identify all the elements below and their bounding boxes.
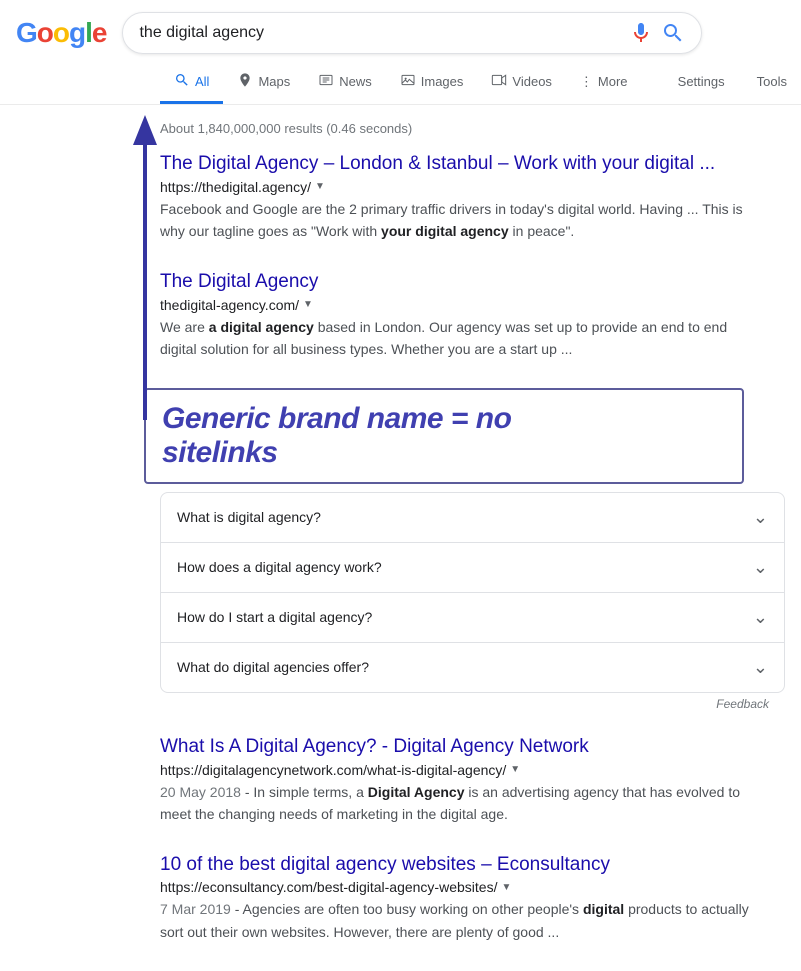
result-2-snippet: We are a digital agency based in London.…	[160, 316, 760, 360]
more-results-area: What Is A Digital Agency? - Digital Agen…	[0, 727, 760, 943]
tab-images-label: Images	[421, 74, 464, 89]
result-1-url-text: https://thedigital.agency/	[160, 179, 311, 195]
result-3-url-dropdown[interactable]: ▼	[510, 764, 520, 775]
faq-item-3[interactable]: How do I start a digital agency? ⌄	[161, 593, 784, 643]
search-result-3: What Is A Digital Agency? - Digital Agen…	[160, 735, 760, 825]
news-icon	[318, 72, 334, 91]
tab-settings[interactable]: Settings	[664, 64, 739, 102]
tab-all-label: All	[195, 74, 209, 89]
tab-videos-label: Videos	[512, 74, 552, 89]
search-input[interactable]	[139, 24, 621, 42]
result-4-date: 7 Mar 2019	[160, 901, 231, 917]
result-3-url: https://digitalagencynetwork.com/what-is…	[160, 762, 760, 778]
result-4-title[interactable]: 10 of the best digital agency websites –…	[160, 854, 610, 875]
faq-item-2[interactable]: How does a digital agency work? ⌄	[161, 543, 784, 593]
faq-item-1[interactable]: What is digital agency? ⌄	[161, 493, 784, 543]
tab-tools-label: Tools	[757, 74, 787, 89]
result-4-url: https://econsultancy.com/best-digital-ag…	[160, 879, 760, 895]
results-count: About 1,840,000,000 results (0.46 second…	[160, 113, 760, 152]
images-icon	[400, 72, 416, 91]
result-3-snippet: 20 May 2018 - In simple terms, a Digital…	[160, 781, 760, 825]
search-result-4: 10 of the best digital agency websites –…	[160, 853, 760, 943]
faq-container: What is digital agency? ⌄ How does a dig…	[0, 484, 801, 719]
search-submit-icon[interactable]	[661, 21, 685, 45]
tab-settings-label: Settings	[678, 74, 725, 89]
chevron-down-icon-3: ⌄	[753, 607, 768, 628]
annotation-text: Generic brand name = no sitelinks	[162, 402, 511, 469]
faq-question-2: How does a digital agency work?	[177, 559, 382, 575]
more-dots-icon: ⋮	[580, 74, 593, 90]
result-1-title[interactable]: The Digital Agency – London & Istanbul –…	[160, 153, 715, 174]
result-2-url-text: thedigital-agency.com/	[160, 297, 299, 313]
result-4-url-text: https://econsultancy.com/best-digital-ag…	[160, 879, 497, 895]
results-wrapper: About 1,840,000,000 results (0.46 second…	[0, 105, 801, 484]
tab-videos[interactable]: Videos	[477, 62, 566, 104]
google-logo: Google	[16, 17, 106, 49]
videos-icon	[491, 72, 507, 91]
chevron-down-icon-4: ⌄	[753, 657, 768, 678]
search-result-2: The Digital Agency thedigital-agency.com…	[160, 270, 760, 360]
search-icon	[174, 72, 190, 91]
result-1-url: https://thedigital.agency/ ▼	[160, 179, 760, 195]
mic-icon[interactable]	[629, 21, 653, 45]
result-4-url-dropdown[interactable]: ▼	[501, 882, 511, 893]
result-2-url-dropdown[interactable]: ▼	[303, 299, 313, 310]
nav-right: Settings Tools	[664, 64, 801, 102]
faq-question-1: What is digital agency?	[177, 509, 321, 525]
nav-tabs: All Maps News Ima	[0, 62, 801, 105]
tab-tools[interactable]: Tools	[743, 64, 801, 102]
faq-item-4[interactable]: What do digital agencies offer? ⌄	[161, 643, 784, 692]
annotation-box: Generic brand name = no sitelinks	[144, 388, 744, 484]
result-2-url: thedigital-agency.com/ ▼	[160, 297, 760, 313]
tab-maps-label: Maps	[258, 74, 290, 89]
tab-maps[interactable]: Maps	[223, 62, 304, 104]
chevron-down-icon-1: ⌄	[753, 507, 768, 528]
chevron-down-icon-2: ⌄	[753, 557, 768, 578]
result-3-url-text: https://digitalagencynetwork.com/what-is…	[160, 762, 506, 778]
search-bar	[122, 12, 702, 54]
faq-section: What is digital agency? ⌄ How does a dig…	[160, 492, 785, 693]
result-3-title[interactable]: What Is A Digital Agency? - Digital Agen…	[160, 736, 589, 757]
faq-question-3: How do I start a digital agency?	[177, 609, 372, 625]
result-2-title[interactable]: The Digital Agency	[160, 271, 318, 292]
header: Google	[0, 0, 801, 54]
result-1-url-dropdown[interactable]: ▼	[315, 181, 325, 192]
faq-question-4: What do digital agencies offer?	[177, 659, 369, 675]
result-3-date: 20 May 2018	[160, 784, 241, 800]
result-4-snippet: 7 Mar 2019 - Agencies are often too busy…	[160, 898, 760, 942]
tab-more-label: More	[598, 74, 628, 89]
feedback-label[interactable]: Feedback	[0, 693, 785, 719]
tab-all[interactable]: All	[160, 62, 223, 104]
results-area: About 1,840,000,000 results (0.46 second…	[0, 105, 760, 484]
tab-news-label: News	[339, 74, 372, 89]
result-1-snippet: Facebook and Google are the 2 primary tr…	[160, 198, 760, 242]
tab-images[interactable]: Images	[386, 62, 478, 104]
tab-news[interactable]: News	[304, 62, 386, 104]
search-result-1: The Digital Agency – London & Istanbul –…	[160, 152, 760, 242]
maps-icon	[237, 72, 253, 91]
tab-more[interactable]: ⋮ More	[566, 64, 642, 103]
